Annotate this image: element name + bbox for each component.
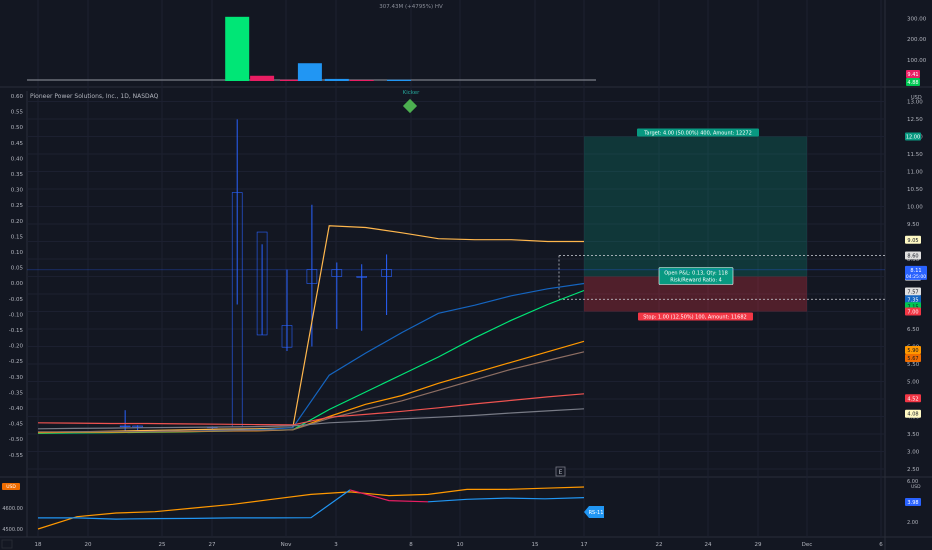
lower-currency-label: USD xyxy=(911,484,921,490)
left-tick-label: -0.40 xyxy=(9,406,24,412)
left-tick-label: -0.45 xyxy=(9,422,24,428)
right-tick-label: 3.50 xyxy=(907,432,920,438)
volume-bar xyxy=(297,63,322,81)
left-tick-label: 0.60 xyxy=(11,94,24,100)
left-tick-label: -0.35 xyxy=(9,390,24,396)
right-tick-label: 2.50 xyxy=(907,467,920,473)
left-tick-label: 0.25 xyxy=(11,203,24,209)
x-tick-label: 3 xyxy=(334,542,338,548)
left-tick-label: -0.10 xyxy=(9,312,24,318)
volume-bar xyxy=(387,79,412,81)
left-tick-label: 0.30 xyxy=(11,188,24,194)
volume-bar xyxy=(349,79,374,81)
left-tick-label: 0.35 xyxy=(11,172,24,178)
left-tick-label: 0.55 xyxy=(11,110,24,116)
lower-usd-tag-text: USD xyxy=(6,484,16,490)
left-tick-label: 0.45 xyxy=(11,141,24,147)
volume-label: 307.43M (+4795%) HV xyxy=(379,4,443,10)
price-tag-text: 7.57 xyxy=(907,290,918,296)
x-tick-label: 6 xyxy=(879,542,883,548)
price-tag-text: 4.52 xyxy=(907,396,918,402)
stop-label: Stop: 1.00 (12.50%) 100, Amount: 11682 xyxy=(643,315,746,321)
volume-bar xyxy=(225,16,250,82)
volume-bar xyxy=(250,75,275,81)
right-tick-label: 11.50 xyxy=(907,152,923,158)
volume-tick-label: 200.00 xyxy=(907,37,927,43)
lower-right-tag-text: 3.98 xyxy=(907,500,918,506)
x-tick-label: 25 xyxy=(159,542,166,548)
x-tick-label: Nov xyxy=(281,542,292,548)
target-label: Target: 4.00 (50.00%) 400, Amount: 12272 xyxy=(643,131,752,137)
x-tick-label: 18 xyxy=(35,542,42,548)
right-tick-label: 5.50 xyxy=(907,362,920,368)
right-tick-label: 3.00 xyxy=(907,450,920,456)
left-tick-label: -0.05 xyxy=(9,297,24,303)
currency-label: USD xyxy=(911,95,922,101)
current-price-value: 8.11 xyxy=(910,268,921,274)
kicker-label: Kicker xyxy=(403,90,421,96)
right-tick-label: 5.00 xyxy=(907,380,920,386)
price-tag-text: 7.00 xyxy=(907,310,918,316)
x-tick-label: 15 xyxy=(532,542,539,548)
x-tick-label: 22 xyxy=(656,542,663,548)
left-tick-label: 0.50 xyxy=(11,125,24,131)
lower-left-tick: 4500.00 xyxy=(2,527,23,533)
x-tick-label: 10 xyxy=(457,542,464,548)
price-tag-text: 4.08 xyxy=(907,412,918,418)
price-tag-text: 5.67 xyxy=(907,356,918,362)
left-tick-label: -0.20 xyxy=(9,344,24,350)
x-tick-label: 29 xyxy=(755,542,762,548)
right-tick-label: 10.50 xyxy=(907,187,923,193)
right-tick-label: 6.50 xyxy=(907,327,920,333)
risk-reward-label: Risk/Reward Ratio: 4 xyxy=(670,278,722,284)
price-tag-text: 8.60 xyxy=(907,254,918,260)
current-price-time: 04:25:00 xyxy=(906,274,926,280)
left-tick-label: -0.30 xyxy=(9,375,24,381)
x-tick-label: 27 xyxy=(209,542,216,548)
left-tick-label: 0.15 xyxy=(11,234,24,240)
right-tick-label: 10.00 xyxy=(907,205,923,211)
left-tick-label: -0.15 xyxy=(9,328,24,334)
left-tick-label: -0.55 xyxy=(9,453,24,459)
right-tick-label: 9.50 xyxy=(907,222,920,228)
volume-tick-label: 100.00 xyxy=(907,58,927,64)
left-tick-label: -0.50 xyxy=(9,437,24,443)
x-tick-label: 24 xyxy=(705,542,712,548)
x-tick-label: 8 xyxy=(409,542,413,548)
price-tag-text: 9.05 xyxy=(907,238,918,244)
left-tick-label: 0.40 xyxy=(11,156,24,162)
x-tick-label: 17 xyxy=(581,542,588,548)
x-tick-label: Dec xyxy=(802,542,813,548)
price-tag-text: 5.90 xyxy=(907,348,918,354)
chart-title: Pioneer Power Solutions, Inc., 1D, NASDA… xyxy=(30,93,159,100)
volume-bar xyxy=(324,78,349,81)
price-tag-text: 12.00 xyxy=(906,135,920,141)
volume-tag-text: 9.41 xyxy=(907,72,918,78)
lower-left-tick: 4600.00 xyxy=(2,506,23,512)
left-tick-label: 0.05 xyxy=(11,266,24,272)
volume-tag-text: 4.88 xyxy=(907,80,918,86)
left-tick-label: -0.25 xyxy=(9,359,24,365)
right-tick-label: 12.50 xyxy=(907,117,923,123)
left-tick-label: 0.20 xyxy=(11,219,24,225)
right-tick-label: 11.00 xyxy=(907,170,923,176)
left-tick-label: 0.10 xyxy=(11,250,24,256)
earnings-marker-icon: E xyxy=(559,469,563,476)
rs-tag-text: RS-11 xyxy=(589,510,604,516)
lower-right-tick: 2.00 xyxy=(907,520,918,526)
x-tick-label: 20 xyxy=(85,542,92,548)
volume-tick-label: 300.00 xyxy=(907,16,927,22)
left-tick-label: 0.00 xyxy=(11,281,24,287)
trading-chart: 307.43M (+4795%) HV 300.00200.00100.009.… xyxy=(0,0,932,550)
pnl-label: Open P&L: 0.13, Qty: 118 xyxy=(664,271,728,277)
